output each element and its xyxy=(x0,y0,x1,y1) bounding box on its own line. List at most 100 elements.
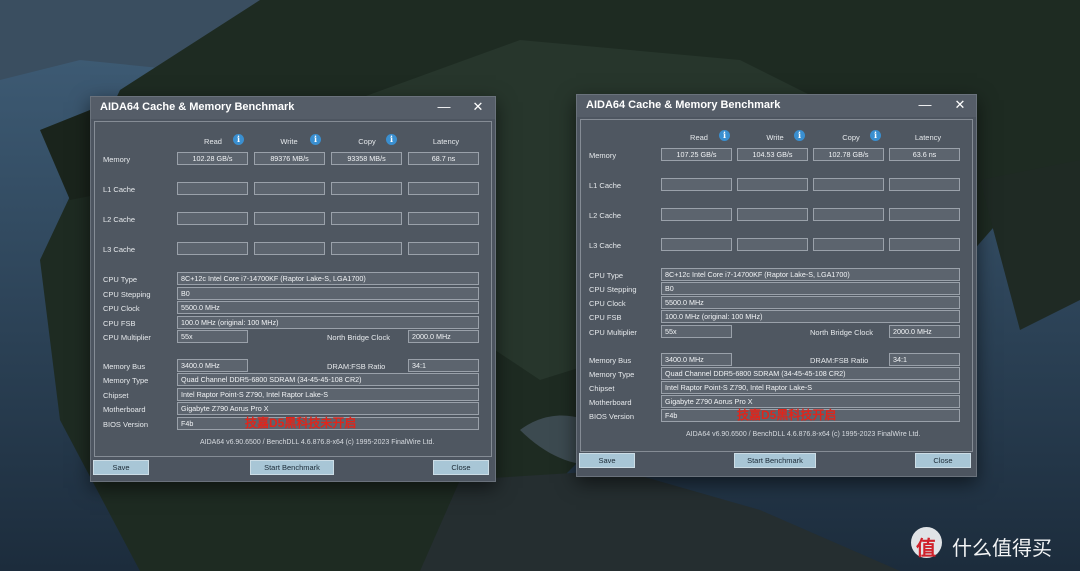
start-benchmark-button[interactable]: Start Benchmark xyxy=(734,453,816,468)
info-icon[interactable]: i xyxy=(870,130,881,141)
window-title: AIDA64 Cache & Memory Benchmark xyxy=(100,101,295,113)
row-label-memory: Memory xyxy=(103,155,131,164)
row-label-l1: L1 Cache xyxy=(103,185,136,194)
info-icon[interactable]: i xyxy=(794,130,805,141)
l3-read-value xyxy=(177,242,248,255)
cpu-stepping-value: B0 xyxy=(177,287,479,300)
l2-latency-value xyxy=(408,212,479,225)
cpu-multiplier-label: CPU Multiplier xyxy=(589,328,637,337)
l3-read-value xyxy=(661,238,732,251)
minimize-icon[interactable]: — xyxy=(914,97,936,114)
memory-type-label: Memory Type xyxy=(103,376,149,385)
header-read: Read xyxy=(204,137,222,146)
watermark-logo-icon: 值 xyxy=(911,527,942,560)
l3-write-value xyxy=(737,238,808,251)
memory-type-value: Quad Channel DDR5-6800 SDRAM (34-45-45-1… xyxy=(661,367,960,380)
cpu-clock-label: CPU Clock xyxy=(103,304,140,313)
row-label-l3: L3 Cache xyxy=(103,245,136,254)
dram-ratio-value: 34:1 xyxy=(889,353,960,366)
chipset-label: Chipset xyxy=(103,391,129,400)
header-write: Write xyxy=(280,137,298,146)
l2-write-value xyxy=(737,208,808,221)
header-latency: Latency xyxy=(432,137,460,146)
cpu-type-label: CPU Type xyxy=(589,271,624,280)
footer-copyright: AIDA64 v6.90.6500 / BenchDLL 4.6.876.8-x… xyxy=(686,431,921,438)
l1-read-value xyxy=(177,182,248,195)
header-copy: Copy xyxy=(842,133,860,142)
minimize-icon[interactable]: — xyxy=(433,99,455,116)
row-label-l3: L3 Cache xyxy=(589,241,622,250)
l2-read-value xyxy=(661,208,732,221)
l1-copy-value xyxy=(813,178,884,191)
save-button[interactable]: Save xyxy=(579,453,635,468)
info-icon[interactable]: i xyxy=(386,134,397,145)
row-label-l2: L2 Cache xyxy=(103,215,136,224)
l3-write-value xyxy=(254,242,325,255)
cpu-multiplier-value: 55x xyxy=(661,325,732,338)
info-icon[interactable]: i xyxy=(233,134,244,145)
l2-copy-value xyxy=(813,208,884,221)
header-copy: Copy xyxy=(358,137,376,146)
dram-ratio-label: DRAM:FSB Ratio xyxy=(810,356,869,365)
memory-bus-value: 3400.0 MHz xyxy=(661,353,732,366)
row-label-l1: L1 Cache xyxy=(589,181,622,190)
header-latency: Latency xyxy=(914,133,942,142)
nb-clock-label: North Bridge Clock xyxy=(327,333,390,342)
l1-write-value xyxy=(737,178,808,191)
l2-latency-value xyxy=(889,208,960,221)
footer-copyright: AIDA64 v6.90.6500 / BenchDLL 4.6.876.8-x… xyxy=(200,439,435,446)
benchmark-panel: Read i Write i Copy i Latency Memory 102… xyxy=(94,121,492,457)
row-label-memory: Memory xyxy=(589,151,617,160)
l1-latency-value xyxy=(408,182,479,195)
info-icon[interactable]: i xyxy=(310,134,321,145)
bios-label: BIOS Version xyxy=(103,420,149,429)
l1-write-value xyxy=(254,182,325,195)
info-icon[interactable]: i xyxy=(719,130,730,141)
memory-latency-value: 68.7 ns xyxy=(408,152,479,165)
close-icon[interactable]: ✕ xyxy=(467,99,489,116)
memory-read-value: 107.25 GB/s xyxy=(661,148,732,161)
l2-write-value xyxy=(254,212,325,225)
chipset-label: Chipset xyxy=(589,384,615,393)
chipset-value: Intel Raptor Point-S Z790, Intel Raptor … xyxy=(661,381,960,394)
cpu-multiplier-value: 55x xyxy=(177,330,248,343)
benchmark-window-after: AIDA64 Cache & Memory Benchmark — ✕ Read… xyxy=(576,94,977,477)
cpu-type-label: CPU Type xyxy=(103,275,138,284)
memory-latency-value: 63.6 ns xyxy=(889,148,960,161)
save-button[interactable]: Save xyxy=(93,460,149,475)
memory-bus-value: 3400.0 MHz xyxy=(177,359,248,372)
close-icon[interactable]: ✕ xyxy=(949,97,971,114)
cpu-type-value: 8C+12c Intel Core i7-14700KF (Raptor Lak… xyxy=(661,268,960,281)
l1-copy-value xyxy=(331,182,402,195)
nb-clock-value: 2000.0 MHz xyxy=(889,325,960,338)
row-label-l2: L2 Cache xyxy=(589,211,622,220)
motherboard-label: Motherboard xyxy=(103,405,146,414)
chipset-value: Intel Raptor Point-S Z790, Intel Raptor … xyxy=(177,388,479,401)
l1-read-value xyxy=(661,178,732,191)
cpu-clock-value: 5500.0 MHz xyxy=(177,301,479,314)
nb-clock-value: 2000.0 MHz xyxy=(408,330,479,343)
memory-bus-label: Memory Bus xyxy=(103,362,146,371)
cpu-stepping-label: CPU Stepping xyxy=(103,290,151,299)
l3-latency-value xyxy=(408,242,479,255)
watermark-logo-glyph: 值 xyxy=(916,538,936,560)
memory-write-value: 89376 MB/s xyxy=(254,152,325,165)
cpu-stepping-label: CPU Stepping xyxy=(589,285,637,294)
cpu-fsb-label: CPU FSB xyxy=(103,319,136,328)
close-button[interactable]: Close xyxy=(433,460,489,475)
start-benchmark-button[interactable]: Start Benchmark xyxy=(250,460,334,475)
header-read: Read xyxy=(690,133,708,142)
memory-type-value: Quad Channel DDR5-6800 SDRAM (34-45-45-1… xyxy=(177,373,479,386)
cpu-fsb-value: 100.0 MHz (original: 100 MHz) xyxy=(661,310,960,323)
title-bar: AIDA64 Cache & Memory Benchmark — ✕ xyxy=(577,95,976,117)
l3-copy-value xyxy=(331,242,402,255)
annotation-text: 技嘉D5黑科技未开启 xyxy=(245,416,357,430)
cpu-clock-value: 5500.0 MHz xyxy=(661,296,960,309)
title-bar: AIDA64 Cache & Memory Benchmark — ✕ xyxy=(91,97,495,119)
motherboard-label: Motherboard xyxy=(589,398,632,407)
cpu-fsb-label: CPU FSB xyxy=(589,313,622,322)
memory-copy-value: 102.78 GB/s xyxy=(813,148,884,161)
nb-clock-label: North Bridge Clock xyxy=(810,328,873,337)
dram-ratio-value: 34:1 xyxy=(408,359,479,372)
close-button[interactable]: Close xyxy=(915,453,971,468)
